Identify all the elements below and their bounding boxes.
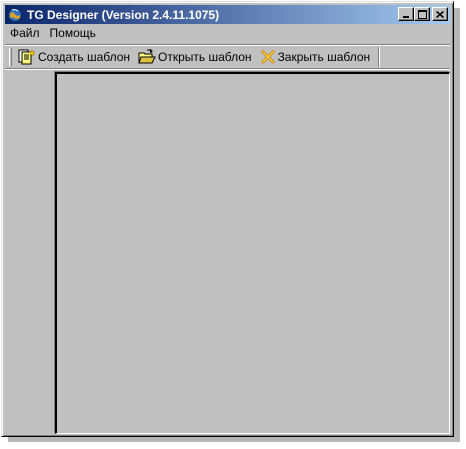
toolbar-grip[interactable] (9, 48, 12, 66)
menu-file[interactable]: Файл (5, 26, 45, 40)
menu-help[interactable]: Помощь (45, 26, 101, 40)
close-template-label: Закрыть шаблон (277, 50, 371, 64)
main-window: TG Designer (Version 2.4.11.1075) Файл П… (1, 1, 454, 437)
close-template-icon (261, 50, 275, 64)
left-panel (6, 72, 55, 434)
close-template-button[interactable]: Закрыть шаблон (260, 49, 371, 65)
app-globe-icon (8, 7, 22, 22)
caption-buttons (398, 7, 448, 21)
create-template-button[interactable]: Создать шаблон (18, 49, 130, 65)
open-folder-icon (138, 49, 156, 64)
close-icon (436, 10, 444, 18)
toolbar: Создать шаблон Открыть шаблон Закрыть ша… (5, 44, 450, 70)
workspace-area[interactable] (55, 72, 450, 434)
menu-bar: Файл Помощь (5, 24, 450, 42)
window-title: TG Designer (Version 2.4.11.1075) (27, 7, 220, 22)
minimize-button[interactable] (398, 7, 414, 21)
maximize-button[interactable] (414, 7, 430, 21)
title-bar[interactable]: TG Designer (Version 2.4.11.1075) (5, 5, 450, 24)
new-template-icon (18, 49, 36, 65)
minimize-icon (403, 16, 409, 18)
close-button[interactable] (432, 7, 448, 21)
toolbar-separator (378, 47, 381, 67)
open-template-label: Открыть шаблон (158, 50, 252, 64)
create-template-label: Создать шаблон (38, 50, 131, 64)
open-template-button[interactable]: Открыть шаблон (138, 49, 252, 65)
maximize-icon (417, 9, 427, 19)
